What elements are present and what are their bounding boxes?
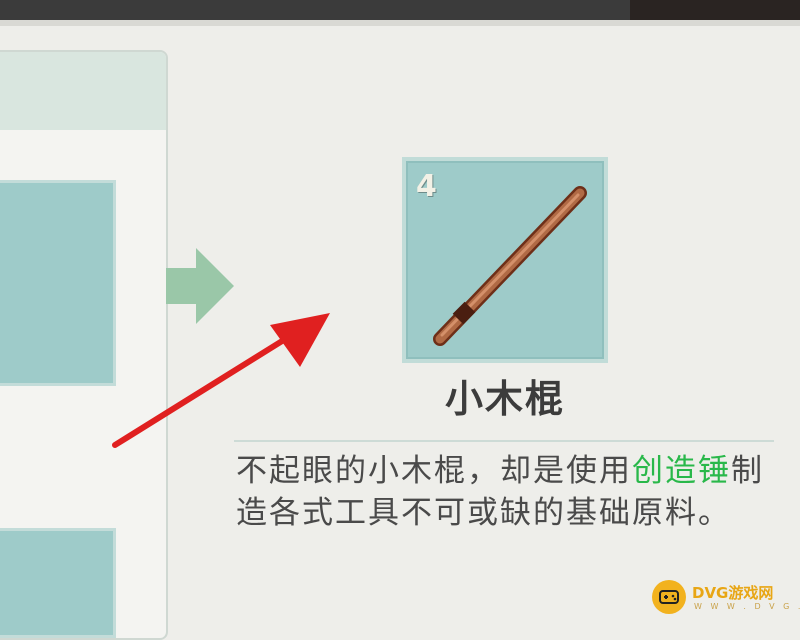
gamepad-logo-icon — [652, 580, 686, 614]
item-description: 不起眼的小木棍，却是使用创造锤制造各式工具不可或缺的基础原料。 — [236, 450, 776, 534]
watermark-url: W W W . D V G . C N — [694, 602, 800, 611]
divider — [234, 440, 774, 442]
item-name: 小木棍 — [444, 377, 565, 421]
wooden-stick-icon — [433, 186, 587, 346]
result-slot[interactable]: 4 — [402, 157, 608, 363]
annotation-arrow-icon — [112, 313, 330, 448]
watermark-brand: DVG游戏网 — [692, 584, 774, 602]
top-strip — [0, 0, 800, 26]
item-count: 4 — [416, 169, 437, 204]
watermark: DVG游戏网 W W W . D V G . C N — [652, 578, 800, 618]
ingredient-slot[interactable] — [0, 180, 116, 386]
recipe-panel-header — [0, 52, 166, 130]
description-text: 不起眼的小木棍，却是使用 — [236, 453, 632, 489]
top-strip-corner — [630, 0, 800, 20]
highlight-tool-name: 创造锤 — [632, 453, 731, 489]
